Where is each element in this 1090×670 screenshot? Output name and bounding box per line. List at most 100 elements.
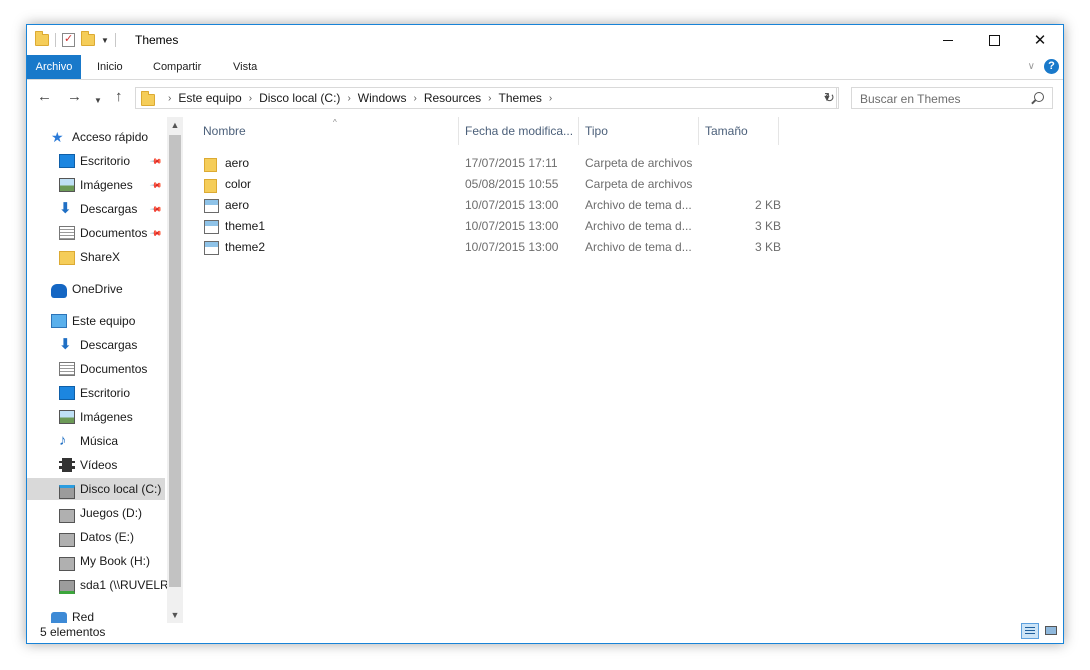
forward-arrow-icon[interactable]: →: [67, 89, 82, 105]
breadcrumb-item[interactable]: Windows: [358, 91, 407, 105]
minimize-button[interactable]: [925, 25, 971, 55]
search-icon[interactable]: [1034, 92, 1044, 102]
table-row[interactable]: aero 10/07/2015 13:00 Archivo de tema d...…: [197, 195, 781, 216]
file-size: 3 KB: [754, 219, 781, 233]
network-drive-icon: [59, 579, 75, 594]
new-folder-icon[interactable]: [81, 31, 95, 46]
breadcrumb-chevron-icon[interactable]: ›: [413, 93, 416, 104]
sidebar-item[interactable]: Juegos (D:): [27, 502, 167, 524]
sidebar-item[interactable]: OneDrive: [27, 278, 167, 300]
theme-file-icon: [204, 199, 219, 213]
pin-icon[interactable]: 📌: [149, 154, 162, 167]
pictures-icon: [59, 178, 75, 192]
sidebar-item[interactable]: Imágenes: [27, 406, 167, 428]
breadcrumb-item[interactable]: Resources: [424, 91, 481, 105]
scroll-up-arrow-icon[interactable]: ▲: [167, 117, 183, 133]
sidebar-item[interactable]: Vídeos: [27, 454, 167, 476]
search-box[interactable]: [851, 87, 1053, 109]
sidebar-item-label: Acceso rápido: [72, 130, 149, 144]
properties-icon[interactable]: [62, 32, 75, 47]
help-icon[interactable]: ?: [1044, 59, 1059, 74]
sidebar-item[interactable]: Datos (E:): [27, 526, 167, 548]
sidebar-item[interactable]: Documentos 📌: [27, 222, 167, 244]
maximize-button[interactable]: [971, 25, 1017, 55]
music-icon: ♪: [59, 432, 67, 449]
folder-icon: [204, 179, 217, 193]
explorer-window: ▼ Themes ✕ Archivo Inicio Compartir Vist…: [26, 24, 1064, 644]
recent-locations-chevron-icon[interactable]: ▼: [94, 93, 102, 109]
navigation-pane-scrollbar[interactable]: ▲ ▼: [167, 117, 183, 623]
expand-ribbon-chevron-icon[interactable]: ∨: [1028, 61, 1035, 72]
large-icons-view-icon[interactable]: [1043, 623, 1059, 639]
sidebar-item-label: ShareX: [80, 250, 121, 264]
sidebar-item[interactable]: Documentos: [27, 358, 167, 380]
breadcrumb-item[interactable]: Themes: [499, 91, 542, 105]
search-input[interactable]: [858, 90, 1032, 108]
details-view-icon[interactable]: [1021, 623, 1039, 639]
title-bar: ▼ Themes ✕: [27, 25, 1063, 55]
sidebar-item-label: OneDrive: [72, 282, 123, 296]
breadcrumb-chevron-icon[interactable]: ›: [488, 93, 491, 104]
folder-icon[interactable]: [35, 31, 49, 46]
pin-icon[interactable]: 📌: [149, 202, 162, 215]
up-arrow-icon[interactable]: ↑: [115, 89, 123, 105]
videos-icon: [59, 458, 75, 472]
sidebar-item[interactable]: Este equipo: [27, 310, 167, 332]
sidebar-item[interactable]: Imágenes 📌: [27, 174, 167, 196]
refresh-icon[interactable]: ↻: [821, 87, 839, 109]
customize-toolbar-chevron-icon[interactable]: ▼: [101, 36, 109, 45]
scrollbar-thumb[interactable]: [169, 135, 181, 587]
sidebar-item[interactable]: ⬇ Descargas 📌: [27, 198, 167, 220]
breadcrumb-chevron-icon[interactable]: ›: [549, 93, 552, 104]
file-type: Carpeta de archivos: [585, 177, 693, 191]
item-count: 5 elementos: [40, 625, 106, 639]
system-drive-icon: [59, 484, 75, 499]
sidebar-item-label: Documentos: [80, 362, 148, 376]
tab-compartir[interactable]: Compartir: [153, 55, 201, 79]
breadcrumb-chevron-icon[interactable]: ›: [347, 93, 350, 104]
navigation-pane: ★ Acceso rápido Escritorio 📌 Imágenes 📌 ⬇ Desca…: [27, 117, 183, 623]
column-header-date[interactable]: Fecha de modifica...: [459, 117, 579, 145]
breadcrumb-item[interactable]: Este equipo: [178, 91, 241, 105]
back-arrow-icon[interactable]: ←: [37, 89, 52, 105]
table-row[interactable]: color 05/08/2015 10:55 Carpeta de archivos: [197, 174, 779, 195]
file-type: Archivo de tema d...: [585, 240, 692, 254]
file-name: color: [225, 177, 252, 191]
sidebar-item[interactable]: ★ Acceso rápido: [27, 126, 167, 148]
folder-icon: [141, 90, 155, 106]
star-icon: ★: [51, 129, 64, 145]
table-row[interactable]: theme1 10/07/2015 13:00 Archivo de tema d.…: [197, 216, 781, 237]
sidebar-item[interactable]: ♪ Música: [27, 430, 167, 452]
sidebar-item[interactable]: ShareX: [27, 246, 167, 268]
file-type: Archivo de tema d...: [585, 198, 692, 212]
breadcrumb-chevron-icon[interactable]: ›: [249, 93, 252, 104]
file-name: theme1: [225, 219, 266, 233]
address-bar[interactable]: › Este equipo › Disco local (C:) › Windo…: [135, 87, 837, 109]
sidebar-item[interactable]: Escritorio 📌: [27, 150, 167, 172]
close-button[interactable]: ✕: [1017, 25, 1063, 55]
column-header-size[interactable]: Tamaño: [699, 117, 779, 145]
sidebar-item[interactable]: sda1 (\\RUVELRO: [27, 574, 178, 596]
file-size: 2 KB: [754, 198, 781, 212]
pin-icon[interactable]: 📌: [149, 178, 162, 191]
tab-archivo[interactable]: Archivo: [27, 55, 81, 79]
sidebar-item-label: Descargas: [80, 202, 138, 216]
file-date: 17/07/2015 17:11: [465, 156, 558, 170]
desktop-icon: [59, 386, 75, 400]
column-header-name[interactable]: Nombre ^: [197, 117, 459, 145]
column-header-type[interactable]: Tipo: [579, 117, 699, 145]
table-row[interactable]: theme2 10/07/2015 13:00 Archivo de tema d.…: [197, 237, 781, 258]
sidebar-item[interactable]: Disco local (C:): [27, 478, 165, 500]
sidebar-item-label: Vídeos: [80, 458, 118, 472]
tab-vista[interactable]: Vista: [233, 55, 257, 79]
breadcrumb-chevron-icon[interactable]: ›: [168, 93, 171, 104]
tab-inicio[interactable]: Inicio: [97, 55, 123, 79]
table-row[interactable]: aero 17/07/2015 17:11 Carpeta de archivos: [197, 153, 779, 174]
downloads-icon: ⬇: [59, 200, 72, 217]
pin-icon[interactable]: 📌: [149, 226, 162, 239]
sidebar-item[interactable]: Escritorio: [27, 382, 167, 404]
file-name: theme2: [225, 240, 266, 254]
sidebar-item[interactable]: My Book (H:): [27, 550, 167, 572]
breadcrumb-item[interactable]: Disco local (C:): [259, 91, 340, 105]
sidebar-item[interactable]: ⬇ Descargas: [27, 334, 167, 356]
